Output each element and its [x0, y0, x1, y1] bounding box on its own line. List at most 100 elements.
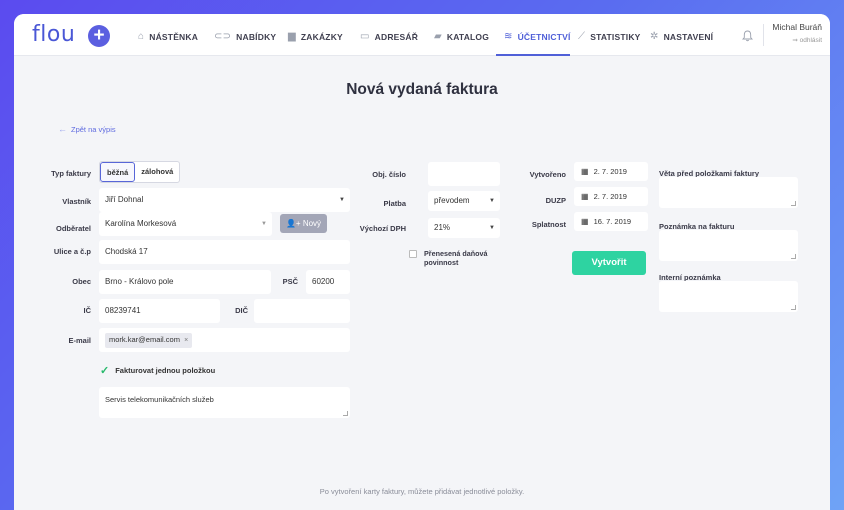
resize-handle-icon[interactable]	[791, 305, 796, 310]
label-email: E-mail	[68, 336, 91, 345]
payment-select[interactable]: převodem ▼	[428, 191, 500, 211]
reverse-charge-label: Přenesená daňová povinnost	[424, 249, 488, 267]
nav-item-label: KATALOG	[446, 31, 490, 42]
label-vytvoreno: Vytvořeno	[529, 170, 566, 179]
created-date-value: 2. 7. 2019	[593, 167, 627, 176]
reverse-charge-checkbox[interactable]	[409, 250, 417, 258]
coins-icon: ≋	[504, 31, 513, 42]
logout-link[interactable]: ⇒ odhlásit	[792, 36, 822, 44]
item-description-text: Servis telekomunikačních služeb	[105, 395, 214, 404]
chart-icon: ⟋	[578, 31, 586, 42]
label-typ-faktury: Typ faktury	[51, 169, 91, 178]
owner-select[interactable]: Jiří Dohnal ▼	[99, 188, 350, 212]
caret-down-icon: ▼	[489, 225, 495, 231]
label-platba: Platba	[383, 199, 406, 208]
new-customer-label: Nový	[302, 219, 322, 228]
calendar-icon: ▦	[581, 217, 589, 226]
caret-down-icon: ▼	[261, 221, 267, 227]
label-dph: Výchozí DPH	[359, 224, 406, 233]
plus-icon: +	[93, 25, 105, 46]
resize-handle-icon[interactable]	[343, 411, 348, 416]
app-window: flou + ⌂ NÁSTĚNKA ⊂⊃ NABÍDKY ▆ ZAKÁZKY ▭…	[14, 14, 830, 510]
nav-item-label: NASTAVENÍ	[663, 31, 714, 42]
arrow-left-icon: ←	[58, 124, 67, 134]
email-tag-label: mork.kar@email.com	[109, 335, 180, 344]
user-name: Michal Buráň	[772, 22, 822, 32]
nav-divider	[763, 24, 764, 46]
checkmark-icon: ✓	[100, 365, 110, 377]
email-tags-input[interactable]: mork.kar@email.com ×	[99, 328, 350, 352]
nav-item-nastaveni[interactable]: ✲ NASTAVENÍ	[650, 31, 713, 42]
invoice-note-textarea[interactable]	[659, 230, 798, 261]
item-description-textarea[interactable]: Servis telekomunikačních služeb	[99, 387, 350, 418]
resize-handle-icon[interactable]	[791, 201, 796, 206]
label-ulice: Ulice a č.p	[53, 247, 91, 256]
vat-value: 21%	[434, 223, 451, 232]
internal-note-textarea[interactable]	[659, 281, 798, 312]
email-tag: mork.kar@email.com ×	[105, 333, 193, 348]
nav-item-label: ZAKÁZKY	[300, 31, 343, 42]
top-navbar: flou + ⌂ NÁSTĚNKA ⊂⊃ NABÍDKY ▆ ZAKÁZKY ▭…	[14, 14, 830, 56]
calendar-icon: ▦	[581, 167, 589, 176]
label-duzp: DUZP	[545, 196, 566, 205]
due-date-value: 16. 7. 2019	[593, 217, 632, 226]
label-splatnost: Splatnost	[531, 220, 566, 229]
label-odberatel: Odběratel	[55, 224, 91, 233]
add-user-icon: 👤+	[285, 219, 301, 228]
vat-select[interactable]: 21% ▼	[428, 218, 500, 238]
duzp-date-value: 2. 7. 2019	[593, 192, 627, 201]
back-link[interactable]: ← Zpět na výpis	[58, 124, 116, 134]
nav-item-adresar[interactable]: ▭ ADRESÁŘ	[360, 31, 418, 42]
create-invoice-button[interactable]: Vytvořit	[572, 251, 646, 275]
created-date-input[interactable]: ▦ 2. 7. 2019	[574, 162, 648, 181]
label-obj-cislo: Obj. číslo	[372, 170, 406, 179]
zip-input[interactable]: 60200	[306, 270, 350, 294]
handshake-icon: ⊂⊃	[214, 31, 232, 42]
invoice-type-toggle: běžná zálohová	[99, 161, 181, 183]
order-number-input[interactable]	[428, 162, 500, 186]
caret-down-icon: ▼	[489, 198, 495, 204]
nav-item-label: NÁSTĚNKA	[149, 31, 199, 42]
nav-item-nabidky[interactable]: ⊂⊃ NABÍDKY	[214, 31, 276, 42]
nav-item-zakazky[interactable]: ▆ ZAKÁZKY	[288, 31, 343, 42]
toggle-option-zalohova[interactable]: zálohová	[135, 162, 179, 182]
bell-icon[interactable]	[742, 30, 753, 45]
label-obec: Obec	[72, 277, 91, 286]
home-icon: ⌂	[138, 31, 145, 42]
duzp-date-input[interactable]: ▦ 2. 7. 2019	[574, 187, 648, 206]
customer-value: Karolína Morkesová	[105, 219, 177, 228]
nav-item-katalog[interactable]: ▰ KATALOG	[434, 31, 489, 42]
gears-icon: ✲	[650, 31, 659, 42]
dic-input[interactable]	[254, 299, 350, 323]
single-item-label: Fakturovat jednou položkou	[115, 366, 216, 375]
nav-item-label: NABÍDKY	[236, 31, 277, 42]
customer-select[interactable]: Karolína Morkesová ▼	[99, 212, 272, 236]
label-ic: IČ	[83, 306, 92, 315]
resize-handle-icon[interactable]	[791, 254, 796, 259]
city-input[interactable]: Brno - Královo pole	[99, 270, 271, 294]
active-tab-indicator	[496, 54, 570, 56]
briefcase-icon: ▆	[288, 31, 296, 42]
nav-item-label: ÚČETNICTVÍ	[517, 31, 571, 42]
nav-item-statistiky[interactable]: ⟋ STATISTIKY	[578, 31, 641, 42]
nav-item-nastenka[interactable]: ⌂ NÁSTĚNKA	[138, 31, 198, 42]
nav-item-ucetnictvi[interactable]: ≋ ÚČETNICTVÍ	[504, 31, 571, 42]
ic-input[interactable]: 08239741	[99, 299, 220, 323]
label-psc: PSČ	[282, 277, 298, 286]
new-customer-button[interactable]: 👤+ Nový	[280, 214, 327, 233]
calendar-icon: ▦	[581, 192, 589, 201]
single-item-checkbox[interactable]: ✓ Fakturovat jednou položkou	[100, 364, 215, 377]
remove-tag-icon[interactable]: ×	[184, 337, 188, 344]
street-input[interactable]: Chodská 17	[99, 240, 350, 264]
back-link-label: Zpět na výpis	[71, 124, 116, 134]
due-date-input[interactable]: ▦ 16. 7. 2019	[574, 212, 648, 231]
folder-icon: ▰	[434, 31, 442, 42]
toggle-option-bezna[interactable]: běžná	[100, 162, 136, 182]
logo[interactable]: flou	[32, 22, 75, 47]
payment-value: převodem	[434, 196, 470, 205]
intro-text-textarea[interactable]	[659, 177, 798, 208]
add-new-button[interactable]: +	[88, 25, 110, 47]
caret-down-icon: ▼	[339, 197, 345, 203]
label-vlastnik: Vlastník	[62, 197, 91, 206]
nav-item-label: ADRESÁŘ	[374, 31, 419, 42]
